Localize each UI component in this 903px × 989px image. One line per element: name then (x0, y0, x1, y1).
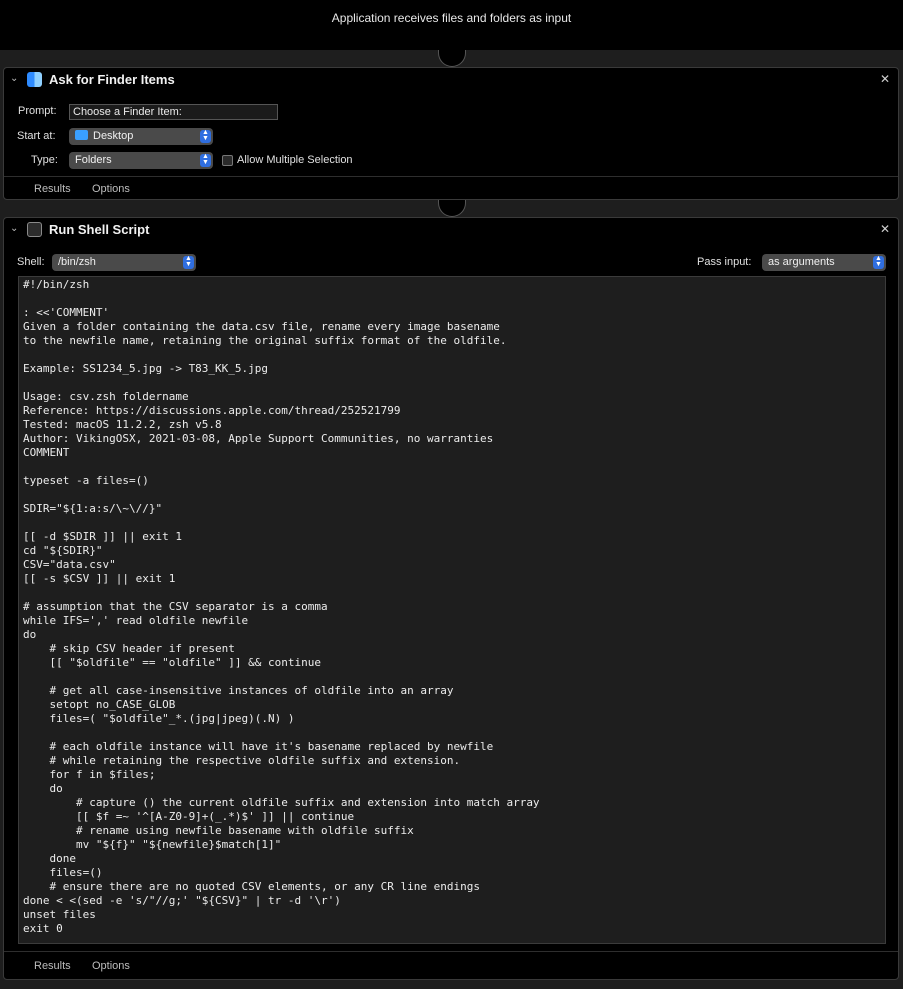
close-icon[interactable]: ✕ (880, 222, 890, 236)
workflow-input-bar: Application receives files and folders a… (0, 0, 903, 50)
chevron-down-icon[interactable]: ⌄ (10, 223, 18, 234)
action-divider (4, 176, 898, 177)
action-title: Ask for Finder Items (49, 72, 175, 87)
start-at-select[interactable]: Desktop ▲ ▼ (69, 128, 213, 145)
action-divider (4, 951, 898, 952)
folder-icon (75, 130, 88, 140)
shell-label: Shell: (17, 256, 45, 268)
ask-for-finder-items-action[interactable]: ⌄ Ask for Finder Items ✕ Prompt: Choose … (3, 67, 899, 200)
shell-select[interactable]: /bin/zsh ▲ ▼ (52, 254, 196, 271)
action-header[interactable]: ⌄ Run Shell Script ✕ (4, 218, 898, 244)
action-title: Run Shell Script (49, 222, 150, 237)
close-icon[interactable]: ✕ (880, 72, 890, 86)
workflow-input-description: Application receives files and folders a… (331, 11, 572, 25)
tab-options[interactable]: Options (92, 183, 130, 195)
tab-options[interactable]: Options (92, 960, 130, 972)
finder-icon (27, 72, 42, 87)
action-connector (438, 50, 466, 67)
tab-results[interactable]: Results (34, 183, 71, 195)
pass-input-select[interactable]: as arguments ▲ ▼ (762, 254, 886, 271)
chevron-down-icon[interactable]: ⌄ (10, 73, 18, 84)
type-select[interactable]: Folders ▲ ▼ (69, 152, 213, 169)
popup-stepper-icon: ▲ ▼ (873, 255, 884, 269)
terminal-icon (27, 222, 42, 237)
pass-input-label: Pass input: (697, 256, 752, 268)
pass-input-value: as arguments (768, 256, 835, 268)
type-value: Folders (75, 154, 112, 166)
workflow-canvas: ⌄ Ask for Finder Items ✕ Prompt: Choose … (0, 50, 903, 989)
popup-stepper-icon: ▲ ▼ (200, 129, 211, 143)
allow-multiple-checkbox[interactable] (222, 155, 233, 166)
start-at-value: Desktop (93, 130, 134, 142)
prompt-label: Prompt: (18, 105, 57, 117)
script-editor[interactable]: #!/bin/zsh : <<'COMMENT' Given a folder … (18, 276, 886, 944)
action-connector (438, 200, 466, 217)
popup-stepper-icon: ▲ ▼ (200, 153, 211, 167)
shell-value: /bin/zsh (58, 256, 96, 268)
type-label: Type: (31, 154, 58, 166)
run-shell-script-action[interactable]: ⌄ Run Shell Script ✕ Shell: /bin/zsh ▲ ▼ … (3, 217, 899, 980)
start-at-label: Start at: (17, 130, 56, 142)
allow-multiple-label[interactable]: Allow Multiple Selection (237, 154, 353, 166)
tab-results[interactable]: Results (34, 960, 71, 972)
popup-stepper-icon: ▲ ▼ (183, 255, 194, 269)
prompt-input[interactable]: Choose a Finder Item: (69, 104, 278, 120)
action-header[interactable]: ⌄ Ask for Finder Items ✕ (4, 68, 898, 94)
